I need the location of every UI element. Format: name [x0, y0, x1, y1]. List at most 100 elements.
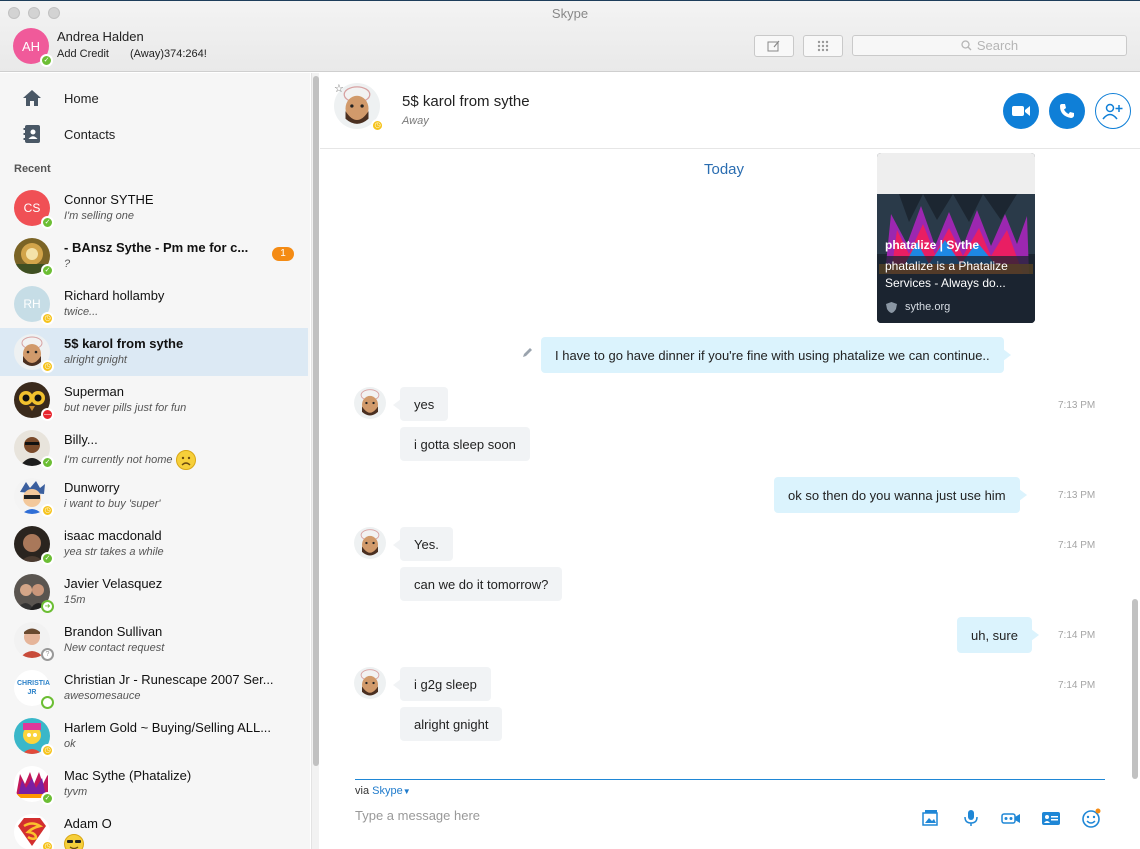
date-divider: Today [704, 161, 745, 178]
contact-name: Dunworry [64, 480, 120, 495]
message-sender-avatar[interactable] [354, 527, 386, 559]
avatar: ◷ [14, 814, 54, 849]
message-bubble-incoming[interactable]: Yes. [393, 527, 453, 561]
contact-name: Mac Sythe (Phatalize) [64, 768, 192, 783]
link-preview-title: phatalize | Sythe [885, 238, 980, 252]
add-people-button[interactable] [1095, 93, 1131, 129]
message-bubble-incoming[interactable]: alright gnight [400, 707, 503, 741]
contact-row-javier-velasquez[interactable]: ➜ Javier Velasquez 15m [0, 568, 308, 616]
message-bubble-outgoing[interactable]: uh, sure [957, 617, 1039, 653]
link-preview-card[interactable]: phatalize | Sythe phatalize is a Phatali… [877, 153, 1035, 323]
contact-row-adam-o[interactable]: ◷ Adam O [0, 808, 308, 849]
message-bubble-outgoing[interactable]: ok so then do you wanna just use him [774, 477, 1027, 513]
away-status-icon: ◷ [41, 504, 54, 517]
contact-name: Adam O [64, 816, 112, 831]
add-credit-link[interactable]: Add Credit [57, 48, 109, 60]
sidebar-scrollbar[interactable] [311, 73, 319, 849]
contact-row-brandon-sullivan[interactable]: ? Brandon Sullivan New contact request [0, 616, 308, 664]
audio-call-button[interactable] [1049, 93, 1085, 129]
add-person-icon [1102, 103, 1123, 120]
home-icon [23, 90, 41, 106]
avatar-initials: RH [23, 297, 41, 311]
away-status-icon: ◷ [41, 360, 54, 373]
contact-name: Christian Jr - Runescape 2007 Ser... [64, 672, 274, 687]
search-input[interactable]: Search [852, 35, 1127, 56]
message-bubble-incoming[interactable]: yes [392, 387, 449, 421]
conversation-scrollbar[interactable] [1130, 149, 1140, 779]
emoticon-icon[interactable] [1081, 808, 1101, 828]
video-call-button[interactable] [1003, 93, 1039, 129]
avatar: ✓ [14, 526, 54, 565]
contact-name: Richard hollamby [64, 288, 165, 303]
online-status-icon: ✓ [41, 264, 54, 277]
profile-avatar[interactable]: AH ✓ [13, 28, 53, 67]
via-service: Skype [372, 785, 403, 797]
message-bubble-incoming[interactable]: i gotta sleep soon [400, 427, 530, 461]
avatar: RH ◷ [14, 286, 54, 325]
recent-section-label: Recent [14, 163, 51, 175]
contact-row-dunworry[interactable]: ◷ Dunworry i want to buy 'super' [0, 472, 308, 520]
contact-row-christian-jr[interactable]: CHRISTIAN JR Christian Jr - Runescape 20… [0, 664, 308, 712]
contact-mood: ok [64, 738, 76, 750]
message-sender-avatar[interactable] [354, 667, 386, 699]
sidebar-item-label: Contacts [64, 126, 116, 142]
avatar: ✓ [14, 766, 54, 805]
contact-mood: I'm selling one [64, 210, 134, 222]
contact-row-connor-sythe[interactable]: CS ✓ Connor SYTHE I'm selling one [0, 184, 308, 232]
microphone-icon[interactable] [961, 808, 981, 828]
contact-row-billy[interactable]: ✓ Billy... I'm currently not home [0, 424, 308, 472]
contact-mood: i want to buy 'super' [64, 498, 161, 510]
dialpad-button[interactable] [803, 35, 843, 57]
contact-mood: 15m [64, 594, 86, 606]
send-via-selector[interactable]: via Skype▼ [355, 785, 411, 797]
conversation-status: Away [402, 115, 429, 127]
message-sender-avatar[interactable] [354, 387, 386, 419]
avatar-initials: CS [23, 201, 41, 215]
dialpad-icon [817, 40, 829, 52]
contact-row-mac-sythe[interactable]: ✓ Mac Sythe (Phatalize) tyvm [0, 760, 308, 808]
away-status-icon: ◷ [371, 119, 384, 132]
contact-row-karol-from-sythe[interactable]: ◷ 5$ karol from sythe alright gnight [0, 328, 308, 376]
send-image-icon[interactable] [920, 808, 940, 828]
conversation-scrollbar-thumb[interactable] [1132, 599, 1138, 779]
message-bubble-outgoing[interactable]: I have to go have dinner if you're fine … [541, 337, 1011, 373]
sidebar-scrollbar-thumb[interactable] [313, 76, 319, 766]
message-text: Yes. [414, 536, 439, 552]
contact-row-superman[interactable]: — Superman but never pills just for fun [0, 376, 308, 424]
avatar: ✓ [14, 238, 54, 277]
video-message-icon[interactable] [1001, 808, 1021, 828]
contact-row-isaac-macdonald[interactable]: ✓ isaac macdonald yea str takes a while [0, 520, 308, 568]
send-contact-card-icon[interactable] [1041, 808, 1061, 828]
phone-icon [1060, 104, 1074, 118]
message-text: yes [414, 396, 435, 412]
message-text: i gotta sleep soon [414, 436, 516, 452]
favorite-star-icon[interactable]: ☆ [334, 82, 344, 95]
forwarding-status-icon: ➜ [41, 600, 54, 613]
profile-name[interactable]: Andrea Halden [57, 29, 144, 44]
contact-row-harlem-gold[interactable]: ◷ Harlem Gold ~ Buying/Selling ALL... ok [0, 712, 308, 760]
conversation-header: ◷ ☆ 5$ karol from sythe Away [320, 73, 1140, 149]
online-status-icon: ✓ [41, 216, 54, 229]
sidebar: Home Contacts Recent CS ✓ Connor SYTHE I… [0, 73, 310, 849]
message-text: i g2g sleep [414, 676, 477, 692]
contact-row-richard-hollamby[interactable]: RH ◷ Richard hollamby twice... [0, 280, 308, 328]
message-bubble-incoming[interactable]: can we do it tomorrow? [400, 567, 563, 601]
edit-pencil-icon[interactable] [521, 347, 533, 359]
message-input[interactable]: Type a message here [355, 808, 895, 823]
shield-icon [886, 302, 897, 313]
sidebar-item-contacts[interactable]: Contacts [0, 119, 310, 149]
sidebar-item-home[interactable]: Home [0, 83, 310, 113]
message-timestamp: 7:14 PM [1058, 540, 1096, 551]
contact-mood: tyvm [64, 786, 88, 798]
contact-row-bansz-sythe[interactable]: ✓ - BAnsz Sythe - Pm me for c... ? 1 [0, 232, 308, 280]
avatar: CS ✓ [14, 190, 54, 229]
message-text: uh, sure [971, 627, 1018, 643]
video-camera-icon [1012, 106, 1030, 116]
message-bubble-incoming[interactable]: i g2g sleep [393, 667, 491, 701]
contact-mood-text: I'm currently not home [64, 453, 173, 466]
profile-mood[interactable]: (Away)374:264! [130, 48, 207, 60]
search-placeholder: Search [976, 38, 1019, 53]
avatar: ◷ [14, 718, 54, 757]
contact-mood: I'm currently not home [64, 450, 197, 470]
new-conversation-button[interactable] [754, 35, 794, 57]
